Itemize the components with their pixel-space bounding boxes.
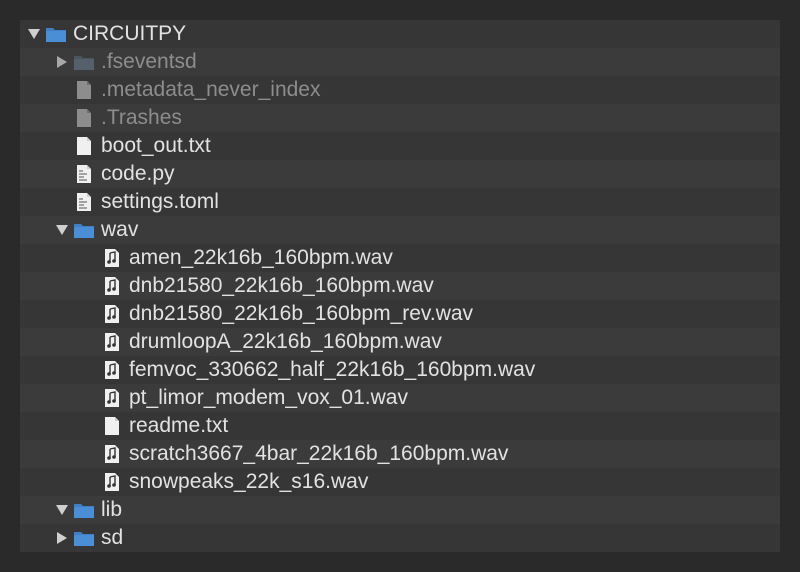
- tree-row[interactable]: .metadata_never_index: [20, 76, 780, 104]
- audio-file-icon: [101, 359, 123, 381]
- tree-row[interactable]: CIRCUITPY: [20, 20, 780, 48]
- file-icon: [73, 107, 95, 129]
- tree-row[interactable]: code.py: [20, 160, 780, 188]
- text-file-icon: [73, 135, 95, 157]
- tree-item-label: scratch3667_4bar_22k16b_160bpm.wav: [129, 442, 509, 465]
- tree-row[interactable]: femvoc_330662_half_22k16b_160bpm.wav: [20, 356, 780, 384]
- folder-icon: [73, 219, 95, 241]
- folder-icon: [73, 527, 95, 549]
- audio-file-icon: [101, 303, 123, 325]
- tree-item-label: amen_22k16b_160bpm.wav: [129, 246, 393, 269]
- tree-item-label: dnb21580_22k16b_160bpm.wav: [129, 274, 434, 297]
- expanded-arrow-icon[interactable]: [56, 216, 68, 244]
- expanded-arrow-icon[interactable]: [56, 496, 68, 524]
- tree-item-label: dnb21580_22k16b_160bpm_rev.wav: [129, 302, 474, 325]
- collapsed-arrow-icon[interactable]: [56, 524, 68, 552]
- tree-row[interactable]: drumloopA_22k16b_160bpm.wav: [20, 328, 780, 356]
- tree-row[interactable]: readme.txt: [20, 412, 780, 440]
- tree-row[interactable]: .fseventsd: [20, 48, 780, 76]
- audio-file-icon: [101, 387, 123, 409]
- audio-file-icon: [101, 471, 123, 493]
- tree-row[interactable]: wav: [20, 216, 780, 244]
- tree-item-label: code.py: [101, 162, 175, 185]
- collapsed-arrow-icon[interactable]: [56, 48, 68, 76]
- tree-row[interactable]: pt_limor_modem_vox_01.wav: [20, 384, 780, 412]
- tree-item-label: wav: [101, 218, 139, 241]
- tree-row[interactable]: dnb21580_22k16b_160bpm_rev.wav: [20, 300, 780, 328]
- tree-row[interactable]: scratch3667_4bar_22k16b_160bpm.wav: [20, 440, 780, 468]
- tree-row[interactable]: snowpeaks_22k_s16.wav: [20, 468, 780, 496]
- tree-row[interactable]: dnb21580_22k16b_160bpm.wav: [20, 272, 780, 300]
- tree-item-label: .Trashes: [101, 106, 182, 129]
- tree-row[interactable]: settings.toml: [20, 188, 780, 216]
- file-icon: [73, 79, 95, 101]
- tree-row[interactable]: amen_22k16b_160bpm.wav: [20, 244, 780, 272]
- tree-item-label: readme.txt: [129, 414, 229, 437]
- folder-icon: [73, 499, 95, 521]
- audio-file-icon: [101, 275, 123, 297]
- tree-row[interactable]: .Trashes: [20, 104, 780, 132]
- tree-item-label: femvoc_330662_half_22k16b_160bpm.wav: [129, 358, 536, 381]
- audio-file-icon: [101, 443, 123, 465]
- tree-item-label: pt_limor_modem_vox_01.wav: [129, 386, 408, 409]
- tree-row[interactable]: sd: [20, 524, 780, 552]
- code-file-icon: [73, 163, 95, 185]
- folder-icon: [45, 23, 67, 45]
- audio-file-icon: [101, 331, 123, 353]
- tree-item-label: drumloopA_22k16b_160bpm.wav: [129, 330, 442, 353]
- text-file-icon: [101, 415, 123, 437]
- audio-file-icon: [101, 247, 123, 269]
- tree-item-label: boot_out.txt: [101, 134, 211, 157]
- tree-item-label: snowpeaks_22k_s16.wav: [129, 470, 369, 493]
- tree-item-label: CIRCUITPY: [73, 22, 187, 45]
- tree-item-label: sd: [101, 526, 124, 549]
- tree-row[interactable]: boot_out.txt: [20, 132, 780, 160]
- tree-row[interactable]: lib: [20, 496, 780, 524]
- tree-item-label: lib: [101, 498, 123, 521]
- code-file-icon: [73, 191, 95, 213]
- tree-item-label: .fseventsd: [101, 50, 197, 73]
- file-tree: CIRCUITPY .fseventsd .metadata_never_index…: [20, 20, 780, 552]
- folder-icon: [73, 51, 95, 73]
- tree-item-label: .metadata_never_index: [101, 78, 321, 101]
- tree-item-label: settings.toml: [101, 190, 219, 213]
- expanded-arrow-icon[interactable]: [28, 20, 40, 48]
